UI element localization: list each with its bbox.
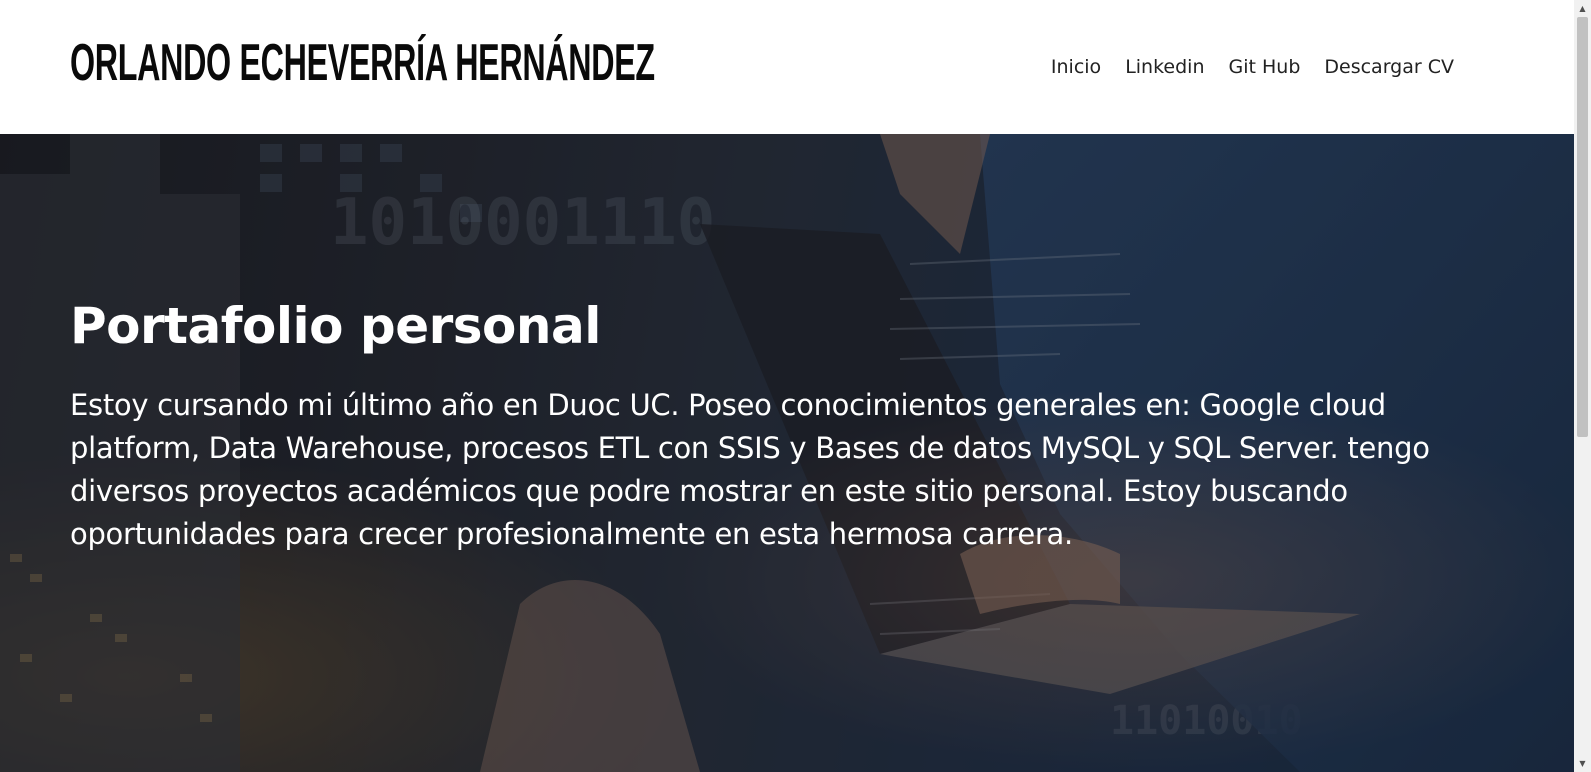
main-nav: Inicio Linkedin Git Hub Descargar CV bbox=[1051, 54, 1454, 80]
scroll-down-arrow-icon[interactable]: ▼ bbox=[1574, 755, 1591, 772]
scrollbar-thumb[interactable] bbox=[1577, 17, 1588, 437]
nav-link-github[interactable]: Git Hub bbox=[1229, 54, 1301, 80]
hero-section: 1010001110 11010010 Portaf bbox=[0, 134, 1574, 772]
nav-link-descargar-cv[interactable]: Descargar CV bbox=[1324, 54, 1454, 80]
site-header: Orlando Echeverría Hernández Inicio Link… bbox=[0, 0, 1574, 134]
vertical-scrollbar[interactable]: ▲ ▼ bbox=[1574, 0, 1591, 772]
hero-description: Estoy cursando mi último año en Duoc UC.… bbox=[70, 388, 1430, 551]
nav-link-linkedin[interactable]: Linkedin bbox=[1125, 54, 1204, 80]
scroll-up-arrow-icon[interactable]: ▲ bbox=[1574, 0, 1591, 17]
site-title[interactable]: Orlando Echeverría Hernández bbox=[70, 30, 655, 96]
hero-title: Portafolio personal bbox=[70, 297, 601, 355]
page: Orlando Echeverría Hernández Inicio Link… bbox=[0, 0, 1591, 772]
nav-link-inicio[interactable]: Inicio bbox=[1051, 54, 1101, 80]
